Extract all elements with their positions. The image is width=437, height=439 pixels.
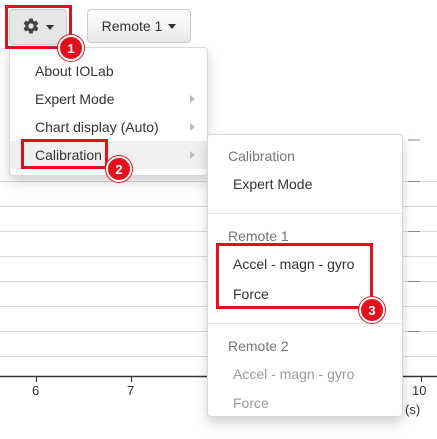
chevron-down-icon (168, 23, 177, 29)
x-tick-label: 10 (412, 383, 427, 398)
menu-divider (208, 213, 402, 214)
highlight-box-calibration (21, 139, 108, 169)
chevron-right-icon (190, 95, 195, 103)
menu-item-chart-display[interactable]: Chart display (Auto) (10, 113, 207, 141)
x-tick-label: 7 (127, 383, 135, 398)
menu-item-expert-mode[interactable]: Expert Mode (10, 85, 207, 113)
chevron-right-icon (190, 151, 195, 159)
menu-item-label: Expert Mode (35, 91, 115, 107)
submenu-header: Calibration (228, 148, 295, 164)
submenu-item-expert-mode[interactable]: Expert Mode (233, 176, 312, 192)
menu-divider (208, 323, 402, 324)
x-tick-label: 6 (32, 383, 40, 398)
highlight-box-remote1-items (216, 243, 373, 309)
step-badge-3: 3 (359, 297, 385, 323)
menu-item-label: About IOLab (35, 63, 114, 79)
step-badge-1: 1 (58, 35, 84, 61)
menu-item-about[interactable]: About IOLab (10, 57, 207, 85)
menu-item-label: Chart display (Auto) (35, 119, 159, 135)
submenu-item-remote2-accel: Accel - magn - gyro (233, 366, 355, 382)
remote-select-button[interactable]: Remote 1 (87, 9, 191, 43)
submenu-item-remote2-force: Force (233, 395, 269, 411)
remote-select-label: Remote 1 (101, 18, 163, 34)
x-unit-label: (s) (405, 402, 421, 417)
submenu-header: Remote 2 (228, 338, 289, 354)
submenu-header: Remote 1 (228, 228, 289, 244)
step-badge-2: 2 (106, 156, 132, 182)
chevron-right-icon (190, 123, 195, 131)
